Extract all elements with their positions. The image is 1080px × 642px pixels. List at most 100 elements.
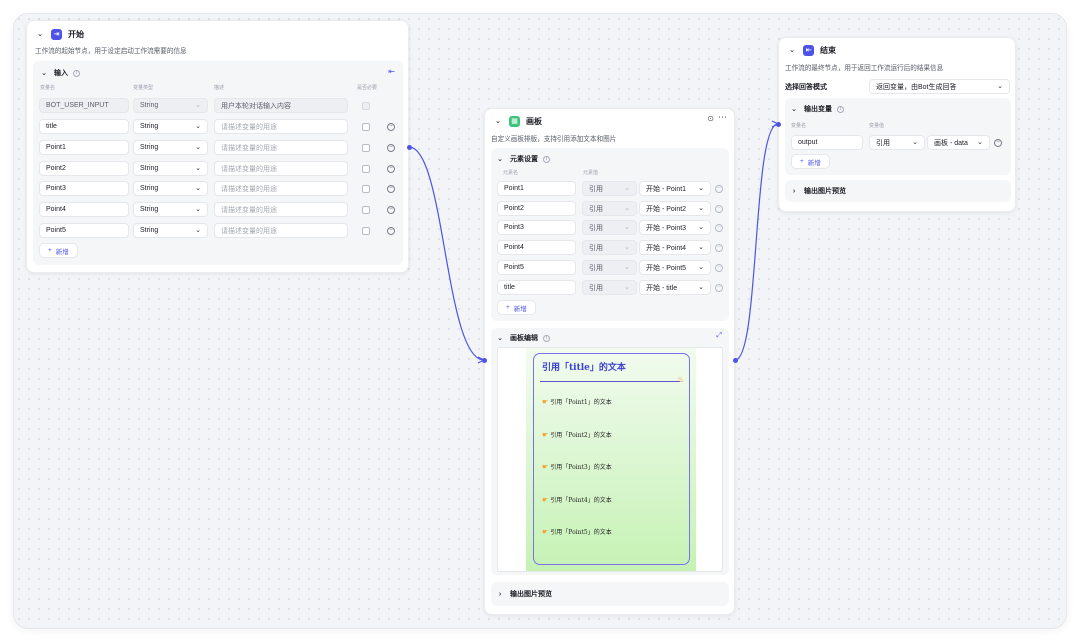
input-section-title: 输入 xyxy=(54,70,68,77)
input-panel: ⌄ 输入 i ⇤ 变量名 变量类型 描述 是否必要 BOT_USER_INPUT… xyxy=(33,61,403,265)
var-type-select: String ⌄ xyxy=(133,98,208,113)
required-checkbox[interactable] xyxy=(362,144,370,152)
expand-icon[interactable]: ⤢ xyxy=(716,332,722,340)
canvas-card[interactable]: 引用「title」的文本 ♨ ☛ 引用「Point1」的文本 ☛ 引用「Point2… xyxy=(533,353,690,565)
answer-mode-select[interactable]: 返回变量，由Bot生成回答 ⌄ xyxy=(869,79,1010,94)
info-icon: i xyxy=(73,69,80,77)
info-icon: i xyxy=(837,105,844,113)
ref-value-select[interactable]: 开始 - title ⌄ xyxy=(639,280,711,295)
var-name-field[interactable]: Point5 xyxy=(39,223,129,238)
var-desc-field[interactable]: 请描述变量的用途 xyxy=(214,181,348,196)
start-node[interactable]: ⌄ ⇥ 开始 工作流的起始节点，用于设定启动工作流需要的信息 ⌄ 输入 i ⇤ … xyxy=(26,20,409,273)
editor-section-title: 画板编辑 xyxy=(510,335,538,342)
ref-value-select[interactable]: 开始 - Point4 ⌄ xyxy=(639,240,711,255)
var-type-select[interactable]: String ⌄ xyxy=(133,202,208,217)
var-desc-field[interactable]: 请描述变量的用途 xyxy=(214,119,348,134)
var-type-select[interactable]: String ⌄ xyxy=(133,140,208,155)
settings-icon[interactable]: ⊙ xyxy=(707,114,714,123)
add-element-button[interactable]: + 新增 xyxy=(497,300,536,315)
ref-value-select[interactable]: 开始 - Point1 ⌄ xyxy=(639,181,711,196)
add-variable-button[interactable]: + 新增 xyxy=(39,243,78,258)
ref-value-select[interactable]: 画板 - data ⌄ xyxy=(927,135,990,150)
chevron-down-icon[interactable]: ⌄ xyxy=(495,333,505,343)
remove-icon[interactable]: − xyxy=(387,227,395,235)
remove-icon[interactable]: − xyxy=(715,185,723,193)
canvas-node-title: 画板 xyxy=(526,116,542,126)
required-checkbox[interactable] xyxy=(362,165,370,173)
canvas-preview-area[interactable]: 引用「title」的文本 ♨ ☛ 引用「Point1」的文本 ☛ 引用「Point2… xyxy=(497,347,723,572)
element-name-field[interactable]: Point1 xyxy=(497,181,576,196)
canvas-output-port[interactable] xyxy=(733,358,738,363)
remove-icon[interactable]: − xyxy=(387,144,395,152)
chevron-down-icon[interactable]: ⌄ xyxy=(493,116,503,126)
var-type-select[interactable]: String ⌄ xyxy=(133,181,208,196)
answer-mode-label: 选择回答模式 xyxy=(785,84,827,91)
chevron-down-icon[interactable]: ⌄ xyxy=(39,68,49,78)
remove-icon[interactable]: − xyxy=(715,244,723,252)
end-node[interactable]: ⌄ ⇤ 结束 工作流的最终节点，用于返回工作流运行后的结果信息 选择回答模式 返… xyxy=(778,37,1016,212)
var-type-select[interactable]: String ⌄ xyxy=(133,119,208,134)
more-icon[interactable]: ⋯ xyxy=(718,112,727,123)
chevron-down-icon[interactable]: ⌄ xyxy=(787,45,797,55)
element-name-field[interactable]: Point5 xyxy=(497,260,576,275)
required-checkbox[interactable] xyxy=(362,185,370,193)
var-type-select[interactable]: String ⌄ xyxy=(133,223,208,238)
card-item: ☛ 引用「Point5」的文本 xyxy=(542,527,612,537)
element-name-field[interactable]: Point4 xyxy=(497,240,576,255)
element-section-title: 元素设置 xyxy=(510,156,538,163)
edge-start-to-canvas xyxy=(408,146,485,361)
end-preview-section[interactable]: › 输出图片预览 xyxy=(785,180,1011,202)
chevron-down-icon[interactable]: ⌄ xyxy=(495,154,505,164)
canvas-preview-section[interactable]: › 输出图片预览 xyxy=(491,582,729,606)
var-name-field[interactable]: Point2 xyxy=(39,161,129,176)
remove-icon[interactable]: − xyxy=(387,185,395,193)
var-desc-field[interactable]: 请描述变量的用途 xyxy=(214,140,348,155)
collapse-icon[interactable]: ⇤ xyxy=(388,67,395,76)
ref-value-select[interactable]: 开始 - Point5 ⌄ xyxy=(639,260,711,275)
canvas-icon: ▦ xyxy=(509,115,520,127)
canvas-node[interactable]: ⌄ ▦ 画板 ⊙ ⋯ 自定义画板排版，支持引用添加文本和图片 ⌄ 元素设置 i … xyxy=(484,108,735,615)
remove-icon[interactable]: − xyxy=(715,284,723,292)
var-name-field[interactable]: title xyxy=(39,119,129,134)
var-name-field[interactable]: Point3 xyxy=(39,181,129,196)
var-desc-field[interactable]: 请描述变量的用途 xyxy=(214,161,348,176)
remove-icon[interactable]: − xyxy=(994,139,1002,147)
element-name-field[interactable]: Point3 xyxy=(497,220,576,235)
end-node-title: 结束 xyxy=(820,45,836,55)
remove-icon[interactable]: − xyxy=(715,205,723,213)
var-desc-field[interactable]: 请描述变量的用途 xyxy=(214,202,348,217)
add-output-button[interactable]: + 新增 xyxy=(791,154,830,169)
chevron-right-icon[interactable]: › xyxy=(495,589,505,599)
element-name-field[interactable]: Point2 xyxy=(497,201,576,216)
canvas-node-description: 自定义画板排版，支持引用添加文本和图片 xyxy=(491,136,617,143)
chevron-down-icon[interactable]: ⌄ xyxy=(789,104,799,114)
var-type-select[interactable]: String ⌄ xyxy=(133,161,208,176)
remove-icon[interactable]: − xyxy=(715,264,723,272)
remove-icon[interactable]: − xyxy=(387,123,395,131)
ref-value-select[interactable]: 开始 - Point2 ⌄ xyxy=(639,201,711,216)
pointing-hand-icon: ☛ xyxy=(542,495,549,504)
start-output-port[interactable] xyxy=(407,145,412,150)
chevron-right-icon[interactable]: › xyxy=(789,186,799,196)
output-name-field[interactable]: output xyxy=(791,135,863,150)
pointing-hand-icon: ☛ xyxy=(542,527,549,536)
canvas-input-port[interactable] xyxy=(482,358,487,363)
required-checkbox[interactable] xyxy=(362,227,370,235)
ref-type-select[interactable]: 引用 ⌄ xyxy=(869,135,925,150)
ref-type-select: 引用 ⌄ xyxy=(582,240,637,255)
plus-icon: + xyxy=(800,158,804,165)
required-checkbox xyxy=(362,102,370,110)
required-checkbox[interactable] xyxy=(362,123,370,131)
var-name-field[interactable]: Point4 xyxy=(39,202,129,217)
chevron-down-icon[interactable]: ⌄ xyxy=(35,29,45,39)
required-checkbox[interactable] xyxy=(362,206,370,214)
remove-icon[interactable]: − xyxy=(387,206,395,214)
remove-icon[interactable]: − xyxy=(715,224,723,232)
remove-icon[interactable]: − xyxy=(387,165,395,173)
output-variable-panel: ⌄ 输出变量 i 变量名 变量值 output 引用 ⌄ 画板 - data ⌄ −… xyxy=(785,98,1011,175)
var-desc-field[interactable]: 请描述变量的用途 xyxy=(214,223,348,238)
var-name-field[interactable]: Point1 xyxy=(39,140,129,155)
end-input-port[interactable] xyxy=(776,122,781,127)
ref-value-select[interactable]: 开始 - Point3 ⌄ xyxy=(639,220,711,235)
element-name-field[interactable]: title xyxy=(497,280,576,295)
